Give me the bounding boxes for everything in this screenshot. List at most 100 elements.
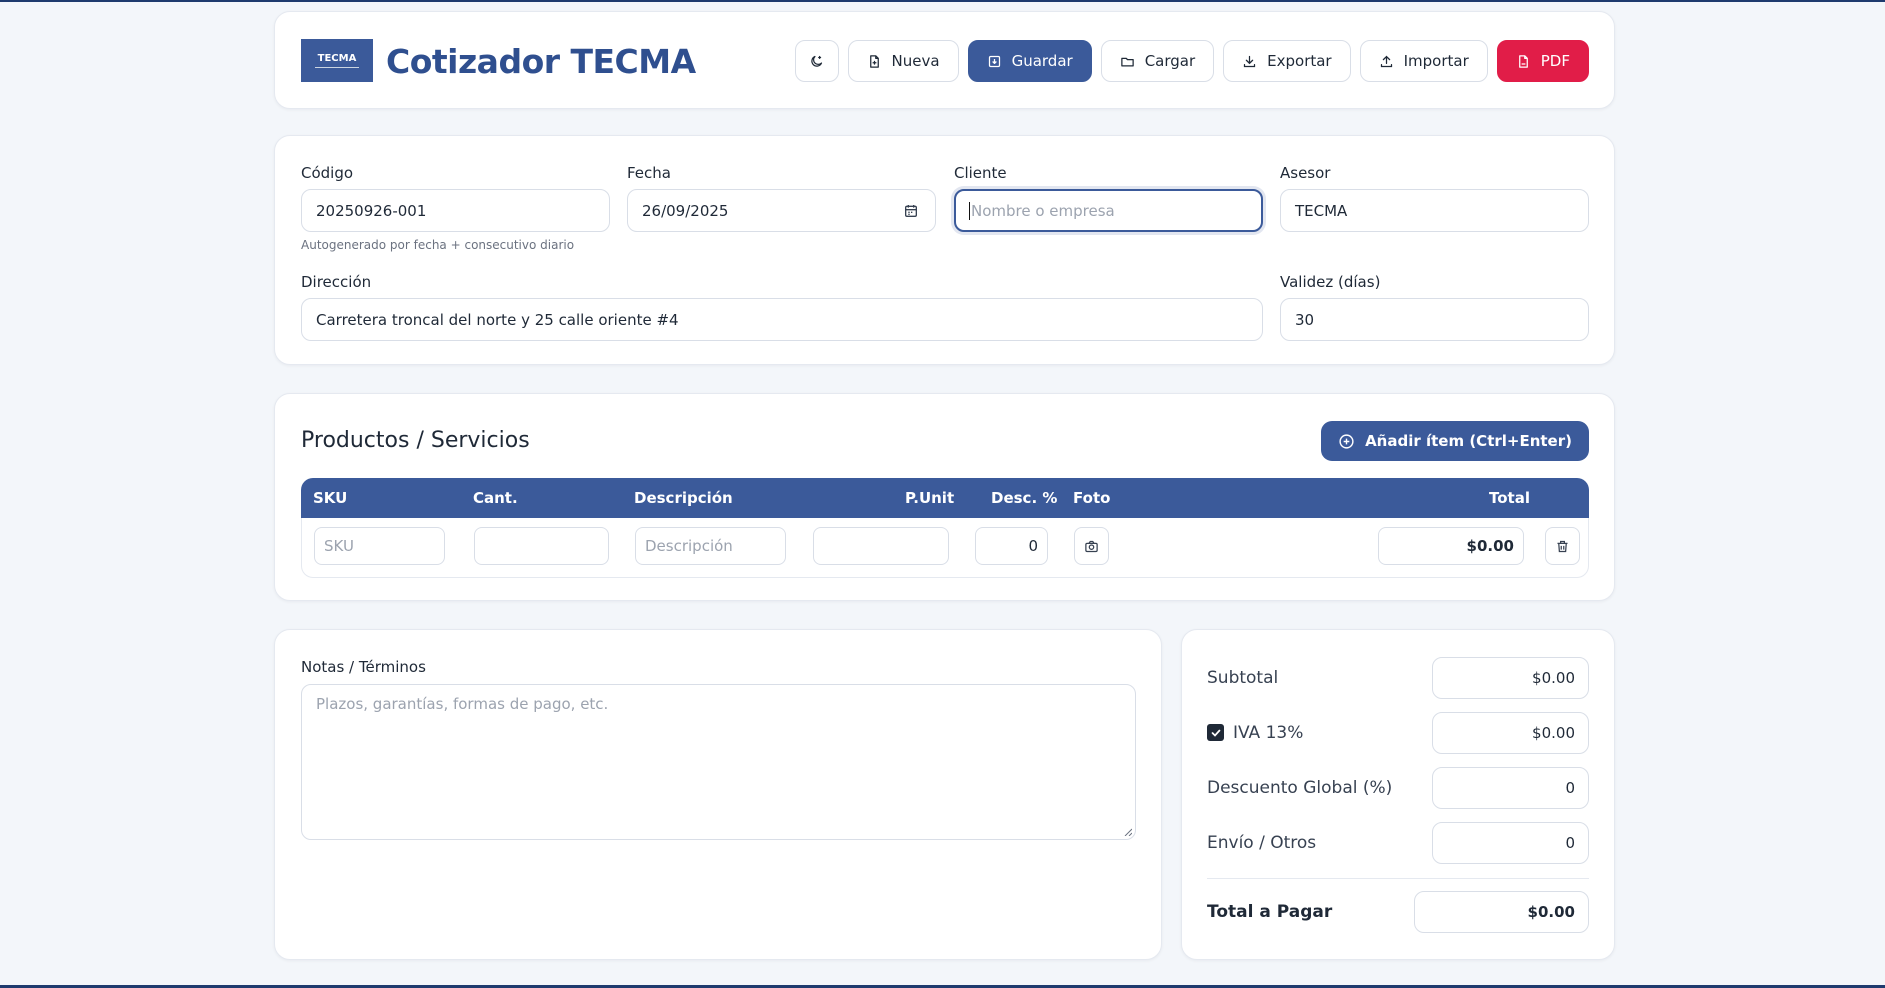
desc-pct-value: 0 [1028,537,1038,555]
pdf-button[interactable]: PDF [1496,40,1589,82]
descripcion-placeholder: Descripción [645,537,733,555]
direccion-label: Dirección [301,273,372,291]
guardar-button[interactable]: Guardar [967,40,1092,82]
row-total-value: $0.00 [1466,537,1514,555]
pdf-label: PDF [1540,52,1570,70]
logo-underline [315,67,359,68]
iva-checkbox[interactable] [1207,724,1224,741]
totals-divider [1207,878,1589,879]
delete-row-button[interactable] [1545,527,1580,565]
toolbar: Nueva Guardar Cargar Exportar Importar P… [794,40,1589,82]
codigo-label: Código [301,164,354,182]
exportar-label: Exportar [1267,52,1332,70]
add-item-button[interactable]: Añadir ítem (Ctrl+Enter) [1321,421,1589,461]
new-file-icon [869,54,879,68]
cliente-label: Cliente [954,164,1007,182]
col-cant: Cant. [473,489,518,507]
descuento-value: 0 [1565,779,1575,797]
importar-label: Importar [1403,52,1469,70]
total-pagar-value: $0.00 [1527,903,1575,921]
quote-info-card: Código 20250926-001 Autogenerado por fec… [274,135,1615,365]
total-pagar-field[interactable]: $0.00 [1414,891,1589,933]
cant-input[interactable] [474,527,609,565]
cargar-label: Cargar [1144,52,1196,70]
subtotal-label: Subtotal [1207,668,1279,688]
codigo-input[interactable]: 20250926-001 [301,189,610,232]
theme-toggle-button[interactable] [794,40,839,82]
codigo-value: 20250926-001 [316,201,427,220]
cliente-input[interactable]: Nombre o empresa [954,189,1263,232]
notes-placeholder: Plazos, garantías, formas de pago, etc. [316,695,609,713]
iva-label: IVA 13% [1233,723,1304,743]
sku-placeholder: SKU [324,537,354,555]
upload-icon [1380,55,1392,67]
envio-input[interactable]: 0 [1432,822,1589,864]
asesor-value: TECMA [1295,201,1348,220]
tecma-logo: TECMA [301,39,373,82]
direccion-value: Carretera troncal del norte y 25 calle o… [316,310,679,329]
col-desc-pct: Desc. % [991,489,1058,507]
camera-icon [1085,540,1098,552]
folder-icon [1120,57,1134,66]
guardar-label: Guardar [1011,52,1073,70]
cliente-placeholder: Nombre o empresa [971,201,1115,220]
descuento-label: Descuento Global (%) [1207,778,1393,798]
photo-button[interactable] [1074,527,1109,565]
importar-button[interactable]: Importar [1359,40,1488,82]
col-punit: P.Unit [905,489,955,507]
resize-grip-icon[interactable] [1124,828,1132,836]
trash-icon [1557,540,1568,552]
iva-value: $0.00 [1532,724,1575,742]
notes-textarea[interactable]: Plazos, garantías, formas de pago, etc. [301,684,1136,840]
cargar-button[interactable]: Cargar [1100,40,1215,82]
col-foto: Foto [1073,489,1111,507]
table-row: SKU Descripción 0 $0.00 [301,518,1589,578]
total-pagar-label: Total a Pagar [1207,902,1333,922]
descuento-input[interactable]: 0 [1432,767,1589,809]
pdf-file-icon [1518,54,1528,68]
app-title: Cotizador TECMA [386,42,696,81]
iva-field[interactable]: $0.00 [1432,712,1589,754]
envio-label: Envío / Otros [1207,833,1317,853]
asesor-label: Asesor [1280,164,1331,182]
validez-input[interactable]: 30 [1280,298,1589,341]
subtotal-field[interactable]: $0.00 [1432,657,1589,699]
col-sku: SKU [313,489,348,507]
punit-input[interactable] [813,527,949,565]
notes-label: Notas / Términos [301,658,426,676]
fecha-input[interactable]: 26/09/2025 [627,189,936,232]
check-icon [1211,729,1220,737]
window-top-border [0,0,1885,2]
notes-card: Notas / Términos Plazos, garantías, form… [274,629,1162,960]
codigo-hint: Autogenerado por fecha + consecutivo dia… [301,238,575,252]
nueva-label: Nueva [891,52,940,70]
download-icon [1244,55,1256,67]
exportar-button[interactable]: Exportar [1223,40,1351,82]
desc-pct-input[interactable]: 0 [975,527,1048,565]
text-caret [969,201,970,220]
plus-circle-icon [1339,433,1354,449]
direccion-input[interactable]: Carretera troncal del norte y 25 calle o… [301,298,1263,341]
products-title: Productos / Servicios [301,428,530,453]
fecha-value: 26/09/2025 [642,201,729,220]
products-card: Productos / Servicios Añadir ítem (Ctrl+… [274,393,1615,601]
col-descripcion: Descripción [634,489,733,507]
save-icon [988,55,1000,67]
total-field[interactable]: $0.00 [1378,527,1524,565]
moon-icon [811,55,823,67]
sku-input[interactable]: SKU [314,527,445,565]
validez-value: 30 [1295,310,1315,329]
calendar-icon[interactable] [903,203,919,219]
add-item-label: Añadir ítem (Ctrl+Enter) [1365,432,1572,450]
logo-text: TECMA [317,53,357,64]
col-total: Total [1489,489,1530,507]
header-card: TECMA Cotizador TECMA Nueva Guardar Carg… [274,11,1615,109]
subtotal-value: $0.00 [1532,669,1575,687]
envio-value: 0 [1565,834,1575,852]
asesor-input[interactable]: TECMA [1280,189,1589,232]
validez-label: Validez (días) [1280,273,1381,291]
fecha-label: Fecha [627,164,671,182]
descripcion-input[interactable]: Descripción [635,527,786,565]
products-table-header: SKU Cant. Descripción P.Unit Desc. % Fot… [301,478,1589,518]
nueva-button[interactable]: Nueva [847,40,959,82]
